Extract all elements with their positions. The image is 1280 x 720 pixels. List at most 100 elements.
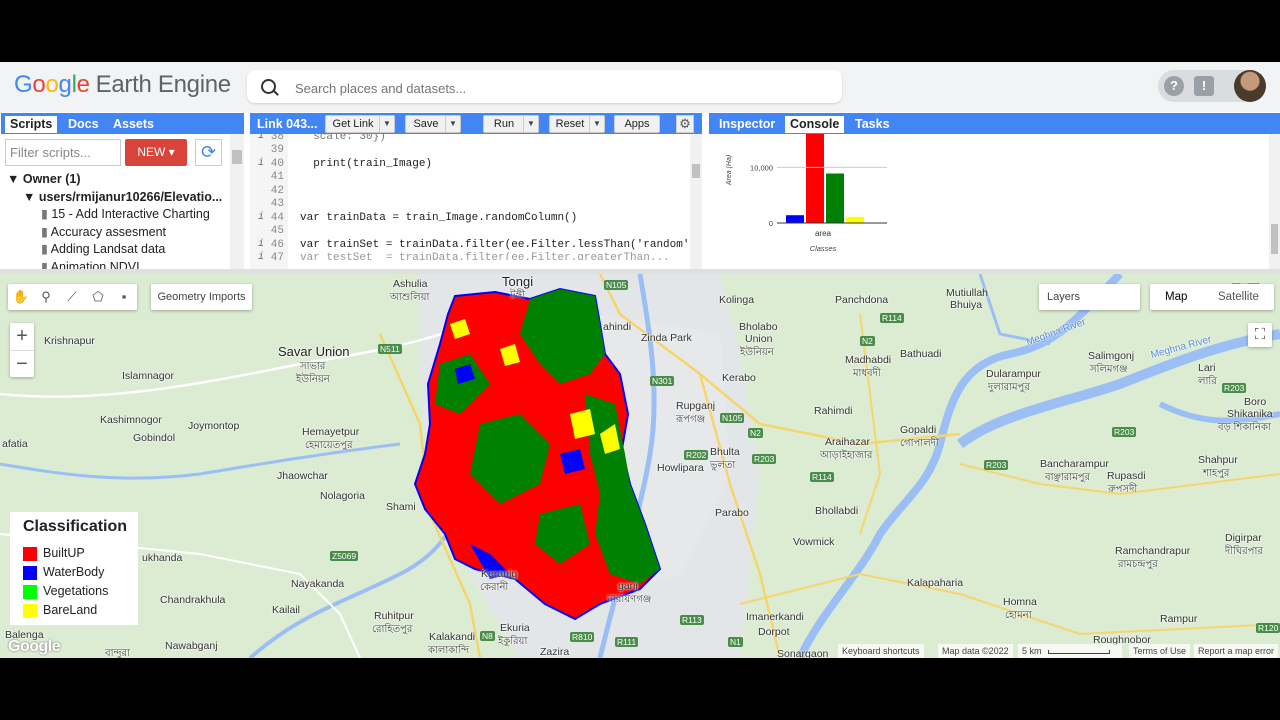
tree-item[interactable]: ▮ 15 - Add Interactive Charting	[1, 206, 231, 224]
tree-item[interactable]: ▮ Accuracy assesment	[1, 224, 231, 242]
tab-console[interactable]: Console	[785, 116, 845, 133]
map-label: Rahimdi	[814, 405, 853, 417]
feedback-icon[interactable]: !	[1194, 76, 1214, 96]
refresh-icon[interactable]: ⟳	[195, 139, 222, 166]
legend-item: BareLand	[23, 602, 97, 618]
polygon-icon[interactable]: ⬠	[89, 288, 107, 306]
run-label: Run	[493, 118, 515, 130]
chevron-down-icon[interactable]: ▼	[445, 116, 460, 132]
rectangle-icon[interactable]: ▪	[115, 288, 133, 306]
avatar[interactable]	[1234, 70, 1266, 102]
scrollbar-thumb[interactable]	[692, 164, 700, 178]
code-line: var trainSet = trainData.filter(ee.Filte…	[300, 239, 690, 251]
marker-icon[interactable]: ⚲	[37, 288, 55, 306]
search-box[interactable]	[247, 70, 842, 103]
apps-button[interactable]: Apps	[614, 115, 660, 133]
chevron-down-icon[interactable]: ▼	[589, 116, 604, 132]
tab-assets[interactable]: Assets	[108, 116, 159, 133]
filter-scripts-input[interactable]: Filter scripts...	[5, 139, 121, 166]
gear-icon[interactable]: ⚙	[676, 115, 694, 133]
new-button[interactable]: NEW ▾	[125, 139, 187, 166]
tab-scripts[interactable]: Scripts	[5, 116, 58, 133]
tree-item[interactable]: ▮ Adding Landsat data	[1, 241, 231, 259]
zoom-out-button[interactable]: −	[10, 351, 34, 378]
line-number: i 40	[250, 158, 284, 170]
road-shield: N105	[604, 280, 629, 290]
earth-engine-logo[interactable]: Google Earth Engine	[14, 71, 231, 99]
tab-inspector[interactable]: Inspector	[714, 116, 780, 133]
map-label: Boro	[1244, 396, 1267, 408]
tree-repo[interactable]: ▼ users/rmijanur10266/Elevatio...	[1, 189, 231, 207]
chart-bar[interactable]	[786, 215, 804, 223]
save-button[interactable]: Save ▼	[405, 115, 461, 133]
chart-y-label: Area (Ha)	[726, 155, 733, 186]
map-label: ahindi	[603, 321, 632, 333]
logo-letter: o	[45, 71, 59, 98]
search-input[interactable]	[293, 77, 817, 99]
map-view[interactable]: Tongi টঙ্গী Savar Union সাভার ইউনিয়ন As…	[0, 274, 1280, 658]
map-label: Vowmick	[793, 536, 835, 548]
fullscreen-icon[interactable]: ⛶	[1248, 323, 1272, 347]
scripts-panel: Scripts Docs Assets Filter scripts... NE…	[1, 113, 244, 271]
tab-docs[interactable]: Docs	[63, 116, 104, 133]
get-link-button[interactable]: Get Link ▼	[325, 115, 395, 133]
run-button[interactable]: Run ▼	[483, 115, 539, 133]
scripts-scrollbar[interactable]	[230, 134, 244, 269]
area-chart[interactable]: Area (Ha) 0 10,000 area Classes	[717, 134, 917, 264]
map-label: রোহিতপুর	[372, 624, 413, 635]
line-number: i 38	[250, 134, 284, 143]
map-label: মাধবদী	[853, 368, 881, 379]
chevron-down-icon[interactable]: ▼	[379, 116, 394, 132]
map-label: Hemayetpur	[302, 426, 360, 438]
pan-hand-icon[interactable]: ✋	[12, 288, 30, 306]
reset-button[interactable]: Reset ▼	[549, 115, 605, 133]
scale-label: 5 km	[1022, 646, 1042, 656]
map-label: Union	[745, 333, 773, 345]
map-label: কেরানী	[480, 582, 509, 593]
map-label: afatia	[2, 438, 28, 450]
layers-button[interactable]: Layers	[1039, 284, 1140, 310]
chart-bar[interactable]	[826, 173, 844, 223]
help-icon[interactable]: ?	[1164, 76, 1184, 96]
info-icon[interactable]: i	[258, 252, 264, 263]
map-label: Rupganj	[676, 400, 716, 412]
map-label: Nawabganj	[165, 640, 218, 652]
info-icon[interactable]: i	[258, 158, 264, 169]
line-number: 43	[270, 198, 284, 210]
left-tabbar: Scripts Docs Assets	[1, 113, 244, 134]
map-label: Zinda Park	[641, 332, 692, 344]
scrollbar-thumb[interactable]	[1271, 224, 1278, 254]
terms-of-use-link[interactable]: Terms of Use	[1129, 644, 1191, 658]
chart-bar[interactable]	[806, 134, 824, 223]
road-shield: R203	[1112, 427, 1137, 437]
keyboard-shortcuts-link[interactable]: Keyboard shortcuts	[838, 644, 924, 658]
script-title[interactable]: Link 043...	[252, 116, 322, 133]
info-icon[interactable]: i	[258, 239, 264, 250]
scrollbar-thumb[interactable]	[232, 150, 242, 164]
map-label: Shahpur	[1198, 454, 1238, 466]
map-label: বান্দুরা	[105, 648, 130, 658]
map-type-map-button[interactable]: Map	[1165, 284, 1187, 310]
map-type-satellite-button[interactable]: Satellite	[1218, 284, 1259, 310]
line-icon[interactable]: ⟋	[63, 288, 81, 306]
tree-owner[interactable]: ▼ Owner (1)	[1, 171, 231, 189]
info-icon[interactable]: i	[258, 134, 264, 142]
geometry-imports-button[interactable]: Geometry Imports	[151, 284, 252, 310]
map-label: Dularampur	[986, 368, 1041, 380]
tab-tasks[interactable]: Tasks	[850, 116, 895, 133]
console-scrollbar[interactable]	[1269, 134, 1280, 269]
drawing-toolbar: ✋ ⚲ ⟋ ⬠ ▪	[8, 284, 137, 310]
code-editor[interactable]: i 38 39 i 40 41 42 43 i 44 45 i 46 i 47 scale…	[250, 134, 690, 269]
chart-bar[interactable]	[846, 216, 864, 223]
report-map-error-link[interactable]: Report a map error	[1194, 644, 1279, 658]
info-icon[interactable]: i	[258, 212, 264, 223]
map-type-control: Map Satellite	[1150, 284, 1274, 310]
map-label: Kailail	[272, 604, 301, 616]
chevron-down-icon[interactable]: ▼	[523, 116, 538, 132]
legend-item: BuiltUP	[23, 545, 85, 561]
code-scrollbar[interactable]	[690, 134, 702, 269]
zoom-in-button[interactable]: +	[10, 323, 34, 351]
road-shield: R111	[615, 637, 639, 647]
road-shield: R203	[1222, 383, 1247, 393]
google-logo[interactable]: Google	[8, 638, 61, 656]
